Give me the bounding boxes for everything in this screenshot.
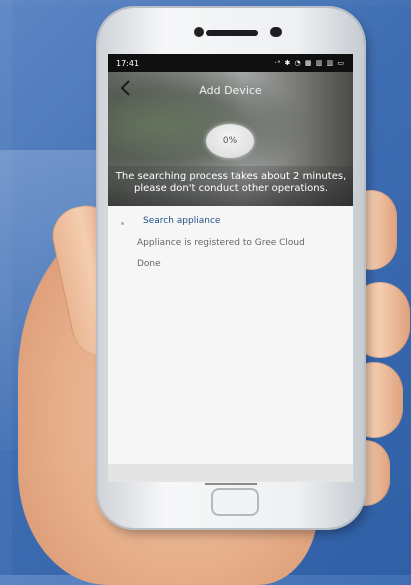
status-icons: ·ᵃ ✱ ◔ ▦ ▥ ▥ ▭ <box>274 59 345 67</box>
nav-divider <box>205 483 257 485</box>
home-button[interactable] <box>211 488 259 516</box>
progress-label: 0% <box>222 136 238 146</box>
hero-banner: Add Device 0% The searching process take… <box>108 72 353 206</box>
phone-screen: 17:41 ·ᵃ ✱ ◔ ▦ ▥ ▥ ▭ Add Device 0% The s… <box>108 54 353 482</box>
phone-device: 17:41 ·ᵃ ✱ ◔ ▦ ▥ ▥ ▭ Add Device 0% The s… <box>98 8 364 528</box>
progress-indicator: 0% <box>206 124 254 158</box>
step-dot-icon <box>121 222 124 225</box>
step-done: Done <box>137 259 161 269</box>
step-registered: Appliance is registered to Gree Cloud <box>137 238 305 248</box>
step-search-appliance: Search appliance <box>143 216 221 226</box>
navigation-bar <box>108 464 353 482</box>
page-title: Add Device <box>199 84 262 97</box>
earpiece <box>206 30 258 36</box>
status-time: 17:41 <box>116 58 140 68</box>
sensor <box>270 27 282 37</box>
front-camera <box>194 27 204 37</box>
search-hint: The searching process takes about 2 minu… <box>115 171 347 194</box>
status-bar: 17:41 ·ᵃ ✱ ◔ ▦ ▥ ▥ ▭ <box>108 54 353 72</box>
